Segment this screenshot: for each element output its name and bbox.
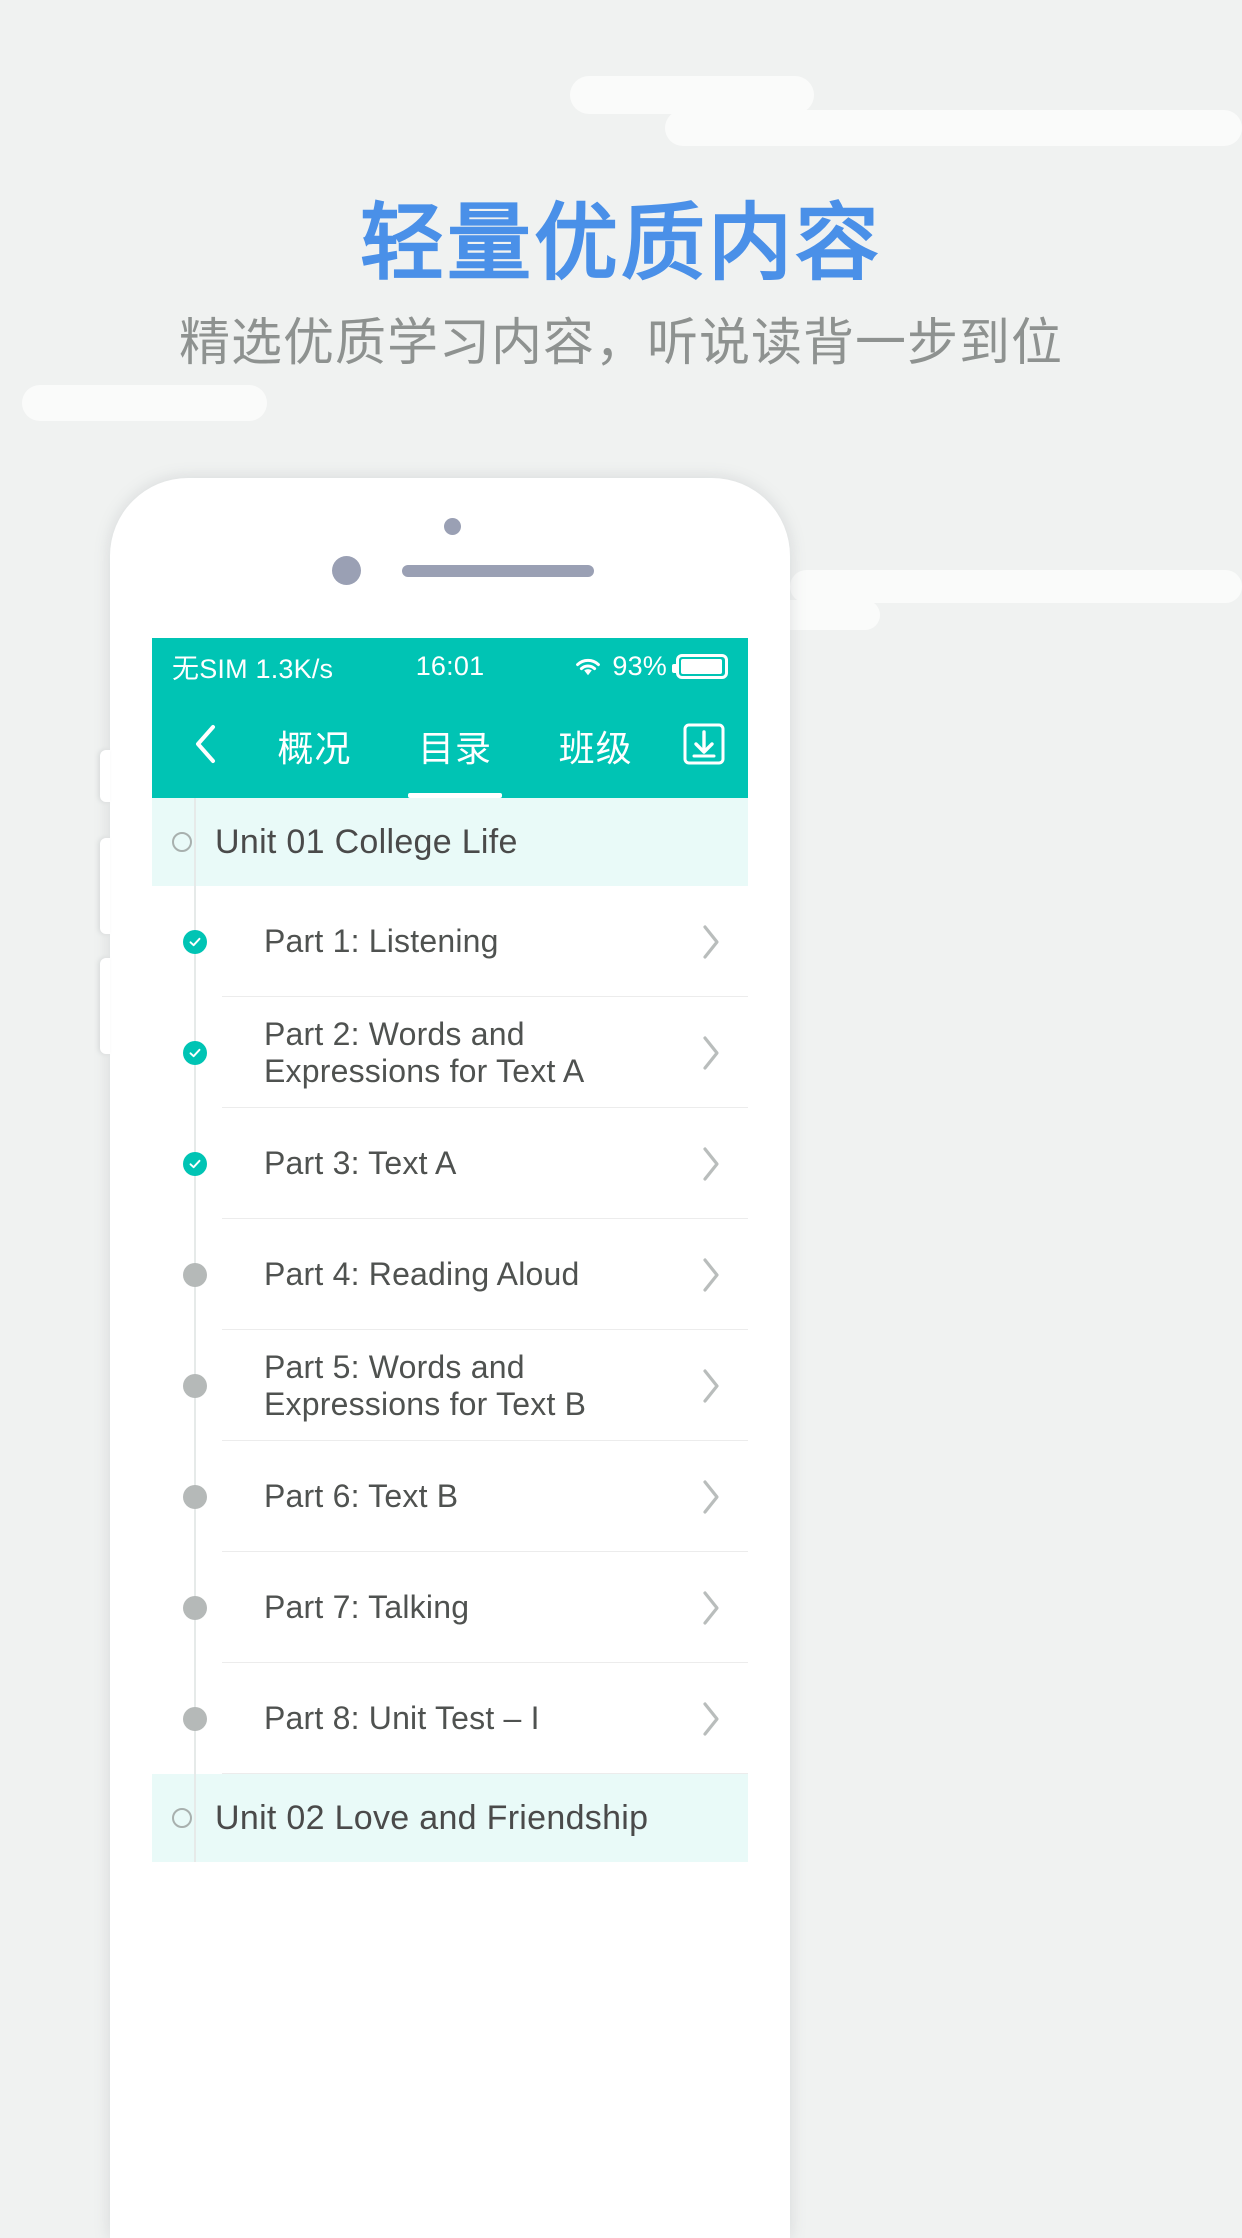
status-done-icon <box>183 1040 207 1065</box>
battery-percent-label: 93% <box>612 650 668 681</box>
list-item-unit-header[interactable]: Unit 01 College Life <box>152 798 748 886</box>
timeline-rail <box>194 798 196 886</box>
tab-strip: 概况 目录 班级 <box>244 694 666 798</box>
list-item-part[interactable]: Part 8: Unit Test – I <box>152 1663 748 1774</box>
battery-fill <box>681 658 723 674</box>
tab-overview[interactable]: 概况 <box>265 694 363 798</box>
device-screen: 无SIM 1.3K/s 16:01 93% 概况 目录 班级 Unit 01 C… <box>152 638 748 2238</box>
status-carrier: 无SIM 1.3K/s <box>172 653 334 684</box>
chevron-right-icon <box>700 1700 722 1738</box>
circle-outline-icon <box>172 1808 192 1828</box>
chevron-left-icon <box>192 723 218 770</box>
part-title: Part 7: Talking <box>264 1589 470 1625</box>
battery-icon <box>672 653 729 679</box>
unit-title: Unit 01 College Life <box>215 822 518 861</box>
page-subtitle: 精选优质学习内容，听说读背一步到位 <box>178 314 1063 372</box>
status-indicators: 93% <box>484 650 729 682</box>
proximity-sensor <box>444 518 461 535</box>
silent-switch <box>100 750 110 802</box>
chevron-right-icon <box>700 1478 722 1516</box>
part-title: Part 8: Unit Test – I <box>264 1700 540 1736</box>
list-item-part[interactable]: Part 2: Words and Expressions for Text A <box>152 997 748 1108</box>
page-title: 轻量优质内容 <box>359 196 882 290</box>
part-title: Part 1: Listening <box>264 923 499 959</box>
list-item-part[interactable]: Part 6: Text B <box>152 1441 748 1552</box>
status-bar: 无SIM 1.3K/s 16:01 93% <box>152 638 748 694</box>
status-clock: 16:01 <box>415 650 485 681</box>
status-done-icon <box>183 1151 207 1176</box>
background-cloud-shape <box>665 110 1242 146</box>
part-title: Part 5: Words and Expressions for Text B <box>264 1348 587 1422</box>
chevron-right-icon <box>700 923 722 961</box>
list-item-unit-header[interactable]: Unit 02 Love and Friendship <box>152 1774 748 1862</box>
catalog-list: Unit 01 College Life Part 1: Listening P… <box>152 798 748 1862</box>
unit-title: Unit 02 Love and Friendship <box>215 1798 649 1837</box>
promo-text-block: 轻量优质内容 精选优质学习内容，听说读背一步到位 <box>0 196 1242 373</box>
background-cloud-shape <box>570 76 814 114</box>
part-title: Part 3: Text A <box>264 1145 457 1181</box>
status-pending-icon <box>183 1595 207 1620</box>
list-item-part[interactable]: Part 7: Talking <box>152 1552 748 1663</box>
list-item-part[interactable]: Part 5: Words and Expressions for Text B <box>152 1330 748 1441</box>
timeline-rail <box>194 1774 196 1862</box>
list-item-part[interactable]: Part 3: Text A <box>152 1108 748 1219</box>
earpiece-speaker <box>402 565 594 577</box>
chevron-right-icon <box>700 1145 722 1183</box>
background-cloud-shape <box>22 385 267 421</box>
chevron-right-icon <box>700 1367 722 1405</box>
part-title: Part 4: Reading Aloud <box>264 1256 580 1292</box>
status-pending-icon <box>183 1706 207 1731</box>
volume-down-button <box>100 958 110 1054</box>
part-title: Part 6: Text B <box>264 1478 459 1514</box>
circle-outline-icon <box>172 832 192 852</box>
part-title: Part 2: Words and Expressions for Text A <box>264 1015 585 1089</box>
chevron-right-icon <box>700 1589 722 1627</box>
phone-mockup: 无SIM 1.3K/s 16:01 93% 概况 目录 班级 Unit 01 C… <box>100 478 790 2238</box>
front-camera <box>332 556 361 585</box>
list-item-part[interactable]: Part 1: Listening <box>152 886 748 997</box>
tab-catalog[interactable]: 目录 <box>406 694 504 798</box>
status-done-icon <box>183 929 207 954</box>
background-cloud-shape <box>790 570 1242 603</box>
volume-up-button <box>100 838 110 934</box>
download-button[interactable] <box>666 694 742 798</box>
list-item-part[interactable]: Part 4: Reading Aloud <box>152 1219 748 1330</box>
chevron-right-icon <box>700 1034 722 1072</box>
back-button[interactable] <box>166 694 244 798</box>
download-icon <box>681 721 727 772</box>
status-pending-icon <box>183 1373 207 1398</box>
tab-class[interactable]: 班级 <box>547 694 645 798</box>
status-pending-icon <box>183 1484 207 1509</box>
app-navbar: 概况 目录 班级 <box>152 694 748 798</box>
wifi-icon <box>573 654 603 678</box>
chevron-right-icon <box>700 1256 722 1294</box>
status-pending-icon <box>183 1262 207 1287</box>
